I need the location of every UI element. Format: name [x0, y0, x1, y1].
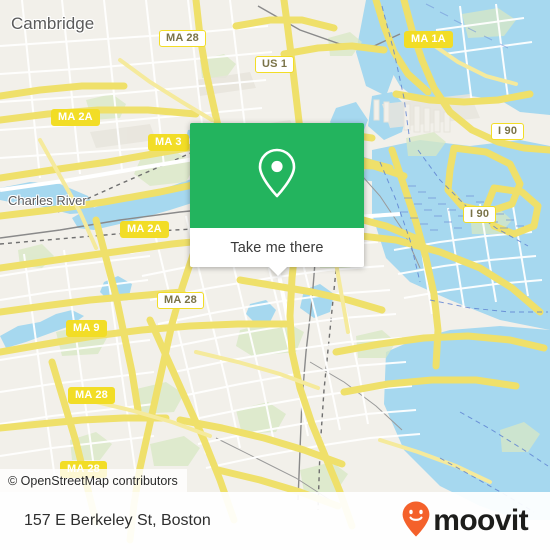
popup-image-panel: [190, 123, 364, 228]
popup-pointer-tail: [268, 266, 288, 276]
map-pin-icon: [257, 147, 297, 204]
map-attribution-text: © OpenStreetMap contributors: [8, 473, 178, 488]
route-shield-ma-3[interactable]: MA 3: [148, 134, 189, 151]
route-shield-i-90-lower[interactable]: I 90: [463, 206, 497, 223]
moovit-wordmark: moovit: [433, 504, 528, 537]
take-me-there-label: Take me there: [230, 239, 324, 256]
map-label-cambridge: Cambridge: [11, 14, 95, 33]
location-address: 157 E Berkeley St, Boston: [24, 512, 211, 529]
route-shield-ma-28-north[interactable]: MA 28: [159, 30, 206, 47]
footer-bar: 157 E Berkeley St, Boston moovit: [0, 492, 550, 550]
route-shield-us-1[interactable]: US 1: [255, 56, 295, 73]
location-popup-card[interactable]: Take me there: [190, 123, 364, 276]
route-shield-ma-1a[interactable]: MA 1A: [404, 31, 453, 48]
moovit-smiley-pin-icon: [401, 500, 431, 543]
route-shield-i-90-upper[interactable]: I 90: [491, 123, 525, 140]
take-me-there-button[interactable]: Take me there: [190, 228, 364, 267]
route-shield-ma-9[interactable]: MA 9: [66, 320, 107, 337]
map-label-charles-river: Charles River: [8, 193, 87, 208]
moovit-brand[interactable]: moovit: [401, 500, 529, 543]
map-attribution: © OpenStreetMap contributors: [0, 469, 187, 492]
route-shield-ma-2a-lower[interactable]: MA 2A: [120, 221, 169, 238]
route-shield-ma-28-sw[interactable]: MA 28: [68, 387, 115, 404]
route-shield-ma-28-mid[interactable]: MA 28: [157, 292, 204, 309]
route-shield-ma-2a-upper[interactable]: MA 2A: [51, 109, 100, 126]
